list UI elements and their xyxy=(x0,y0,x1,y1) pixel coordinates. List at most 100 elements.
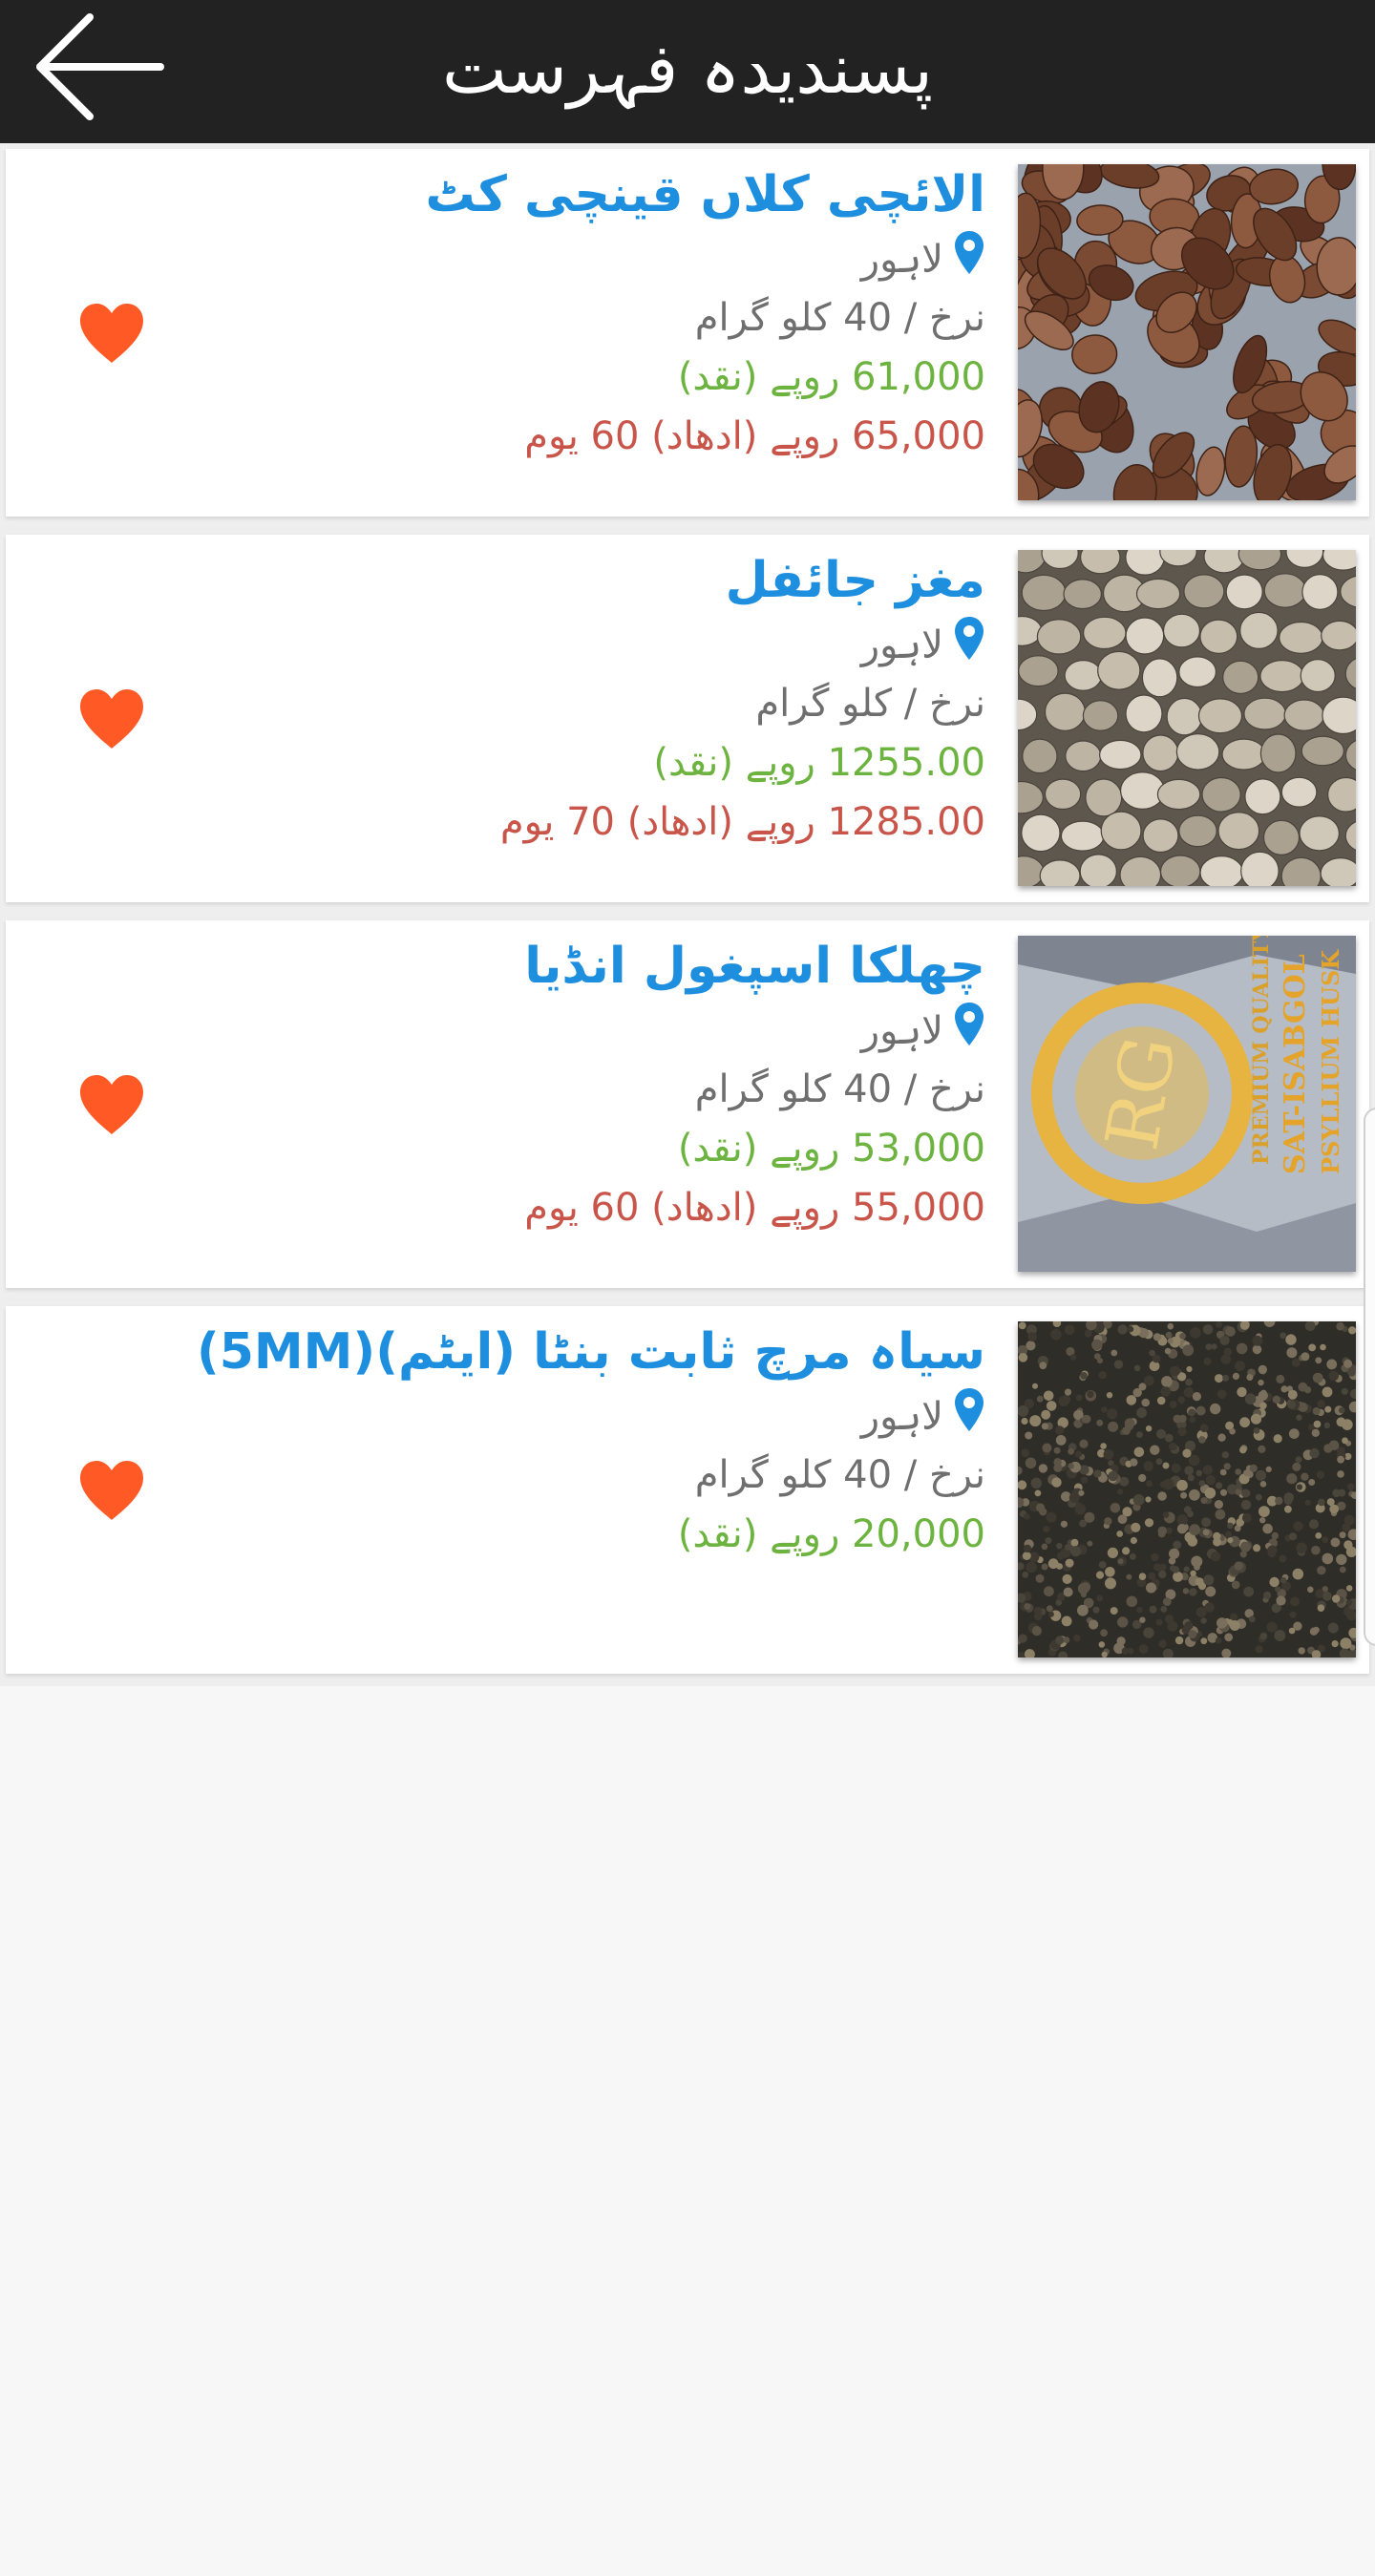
texture-peppercorn xyxy=(1041,1543,1048,1551)
texture-peppercorn xyxy=(1070,1538,1079,1547)
texture-peppercorn xyxy=(1273,1434,1282,1444)
texture-peppercorn xyxy=(1320,1343,1326,1351)
item-rate: نرخ / 40 کلو گرام xyxy=(694,1453,985,1497)
texture-peppercorn xyxy=(1235,1361,1245,1372)
texture-nut xyxy=(1243,697,1287,730)
texture-peppercorn xyxy=(1182,1344,1195,1357)
texture-peppercorn xyxy=(1157,1491,1167,1501)
texture-peppercorn xyxy=(1075,1450,1082,1458)
texture-peppercorn xyxy=(1075,1394,1083,1402)
texture-peppercorn xyxy=(1274,1630,1286,1641)
texture-peppercorn xyxy=(1259,1481,1267,1488)
texture-peppercorn xyxy=(1259,1632,1268,1640)
list-item[interactable]: الائچی کلاں قینچی کٹ لاہور نرخ / 40 کلو … xyxy=(6,149,1369,517)
texture-peppercorn xyxy=(1227,1537,1234,1544)
texture-nut xyxy=(1159,855,1201,886)
texture-nut xyxy=(1100,811,1142,851)
texture-peppercorn xyxy=(1280,1576,1287,1584)
texture-peppercorn xyxy=(1292,1462,1301,1471)
favorite-button[interactable] xyxy=(78,1073,145,1136)
texture-peppercorn xyxy=(1062,1573,1072,1584)
texture-peppercorn xyxy=(1055,1425,1065,1435)
product-image-psyllium-bag[interactable]: RG PREMIUM QUALITY SAT-ISABGOL PSYLLIUM … xyxy=(1018,936,1356,1272)
product-image-black-pepper[interactable] xyxy=(1018,1321,1356,1658)
texture-peppercorn xyxy=(1139,1616,1146,1623)
texture-peppercorn xyxy=(1041,1423,1048,1430)
texture-peppercorn xyxy=(1106,1392,1113,1399)
texture-peppercorn xyxy=(1342,1523,1351,1532)
texture-nut xyxy=(1259,660,1304,693)
location-pin-icon xyxy=(953,1386,985,1451)
texture-peppercorn xyxy=(1110,1607,1118,1615)
texture-peppercorn xyxy=(1339,1566,1346,1573)
item-title[interactable]: الائچی کلاں قینچی کٹ xyxy=(50,160,985,229)
texture-peppercorn xyxy=(1259,1506,1270,1517)
texture-peppercorn xyxy=(1110,1503,1121,1513)
texture-peppercorn xyxy=(1070,1546,1082,1557)
texture-peppercorn xyxy=(1065,1558,1074,1568)
texture-peppercorn xyxy=(1100,1443,1107,1449)
texture-peppercorn xyxy=(1343,1359,1353,1368)
texture-peppercorn xyxy=(1236,1342,1248,1355)
texture-peppercorn xyxy=(1296,1414,1302,1421)
texture-peppercorn xyxy=(1162,1478,1174,1490)
texture-peppercorn xyxy=(1220,1354,1232,1364)
texture-peppercorn xyxy=(1295,1456,1302,1464)
texture-peppercorn xyxy=(1190,1327,1201,1339)
texture-peppercorn xyxy=(1117,1558,1124,1565)
item-credit-price: 55,000 روپے (ادھاد) 60 یوم xyxy=(524,1186,985,1230)
item-location: لاہور xyxy=(50,229,985,288)
item-title[interactable]: سیاہ مرچ ثابت بنٹا (ایٹم)(5MM) xyxy=(50,1318,985,1386)
texture-peppercorn xyxy=(1018,1405,1029,1417)
texture-peppercorn xyxy=(1210,1403,1221,1415)
texture-peppercorn xyxy=(1171,1463,1181,1473)
texture-peppercorn xyxy=(1136,1606,1143,1614)
texture-nut xyxy=(1321,620,1356,651)
list-item[interactable]: سیاہ مرچ ثابت بنٹا (ایٹم)(5MM) لاہور نرخ… xyxy=(6,1306,1369,1674)
product-image-cardamom[interactable] xyxy=(1018,164,1356,500)
texture-peppercorn xyxy=(1307,1586,1314,1594)
favorite-button[interactable] xyxy=(78,1459,145,1522)
texture-peppercorn xyxy=(1288,1532,1298,1541)
texture-peppercorn xyxy=(1073,1635,1081,1642)
texture-nut xyxy=(1225,574,1263,610)
texture-nut xyxy=(1263,573,1307,608)
favorite-button[interactable] xyxy=(78,687,145,750)
list-item[interactable]: مغز جائفل لاہور نرخ / کلو گرام 1255.00 ر… xyxy=(6,535,1369,902)
texture-peppercorn xyxy=(1046,1605,1053,1613)
texture-peppercorn xyxy=(1222,1374,1229,1382)
texture-peppercorn xyxy=(1267,1545,1278,1555)
item-title[interactable]: مغز جائفل xyxy=(50,546,985,615)
texture-peppercorn xyxy=(1303,1385,1312,1394)
texture-peppercorn xyxy=(1093,1353,1101,1360)
texture-peppercorn xyxy=(1216,1321,1222,1328)
location-label: لاہور xyxy=(860,623,943,667)
texture-peppercorn xyxy=(1336,1553,1347,1566)
texture-peppercorn xyxy=(1202,1529,1210,1536)
favorite-button[interactable] xyxy=(78,302,145,365)
back-button[interactable] xyxy=(29,10,172,134)
scroll-handle[interactable] xyxy=(1364,1108,1375,1646)
texture-peppercorn xyxy=(1068,1463,1074,1469)
texture-peppercorn xyxy=(1025,1431,1033,1440)
product-image-nutmeg[interactable] xyxy=(1018,550,1356,886)
texture-peppercorn xyxy=(1309,1447,1320,1459)
texture-peppercorn xyxy=(1055,1636,1065,1645)
item-info: مغز جائفل لاہور نرخ / کلو گرام 1255.00 ر… xyxy=(50,546,985,852)
texture-peppercorn xyxy=(1311,1428,1320,1437)
texture-peppercorn xyxy=(1296,1484,1302,1490)
texture-peppercorn xyxy=(1249,1464,1258,1472)
texture-peppercorn xyxy=(1205,1586,1216,1597)
texture-peppercorn xyxy=(1035,1573,1045,1583)
texture-nut xyxy=(1197,698,1243,734)
item-title[interactable]: چھلکا اسپغول انڈیا xyxy=(50,932,985,1001)
texture-peppercorn xyxy=(1100,1629,1108,1637)
texture-nut xyxy=(1283,699,1325,731)
texture-peppercorn xyxy=(1098,1641,1106,1648)
texture-peppercorn xyxy=(1240,1489,1250,1498)
texture-peppercorn xyxy=(1027,1332,1037,1342)
list-item[interactable]: RG PREMIUM QUALITY SAT-ISABGOL PSYLLIUM … xyxy=(6,920,1369,1288)
texture-peppercorn xyxy=(1018,1353,1028,1362)
texture-peppercorn xyxy=(1258,1379,1264,1386)
texture-peppercorn xyxy=(1275,1586,1281,1593)
